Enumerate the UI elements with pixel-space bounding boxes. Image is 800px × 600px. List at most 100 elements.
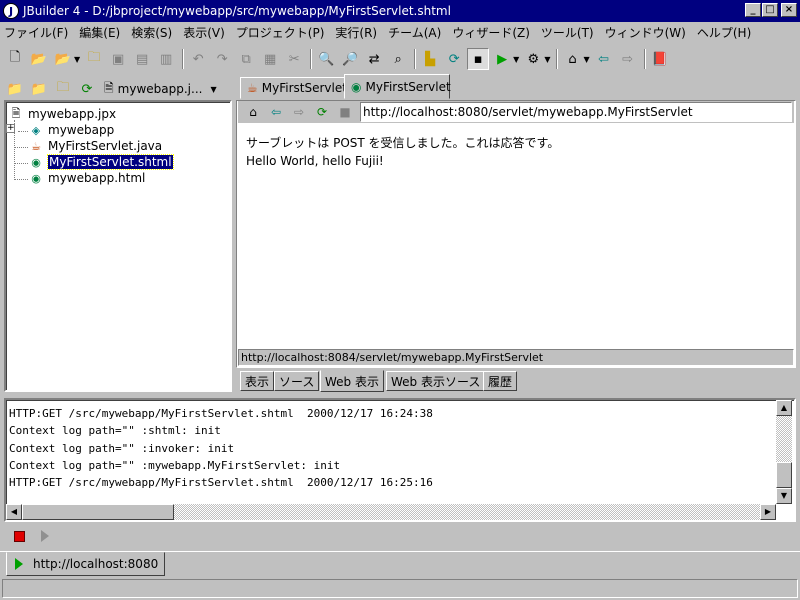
close-button[interactable]: × [781,3,797,17]
copy-icon[interactable]: ⧉ [235,48,257,70]
menu-tools[interactable]: ツール(T) [541,24,594,41]
project-icon: 🗎 [11,106,21,120]
redo-icon[interactable]: ↷ [211,48,233,70]
debug-dropdown-icon[interactable]: ▼ [544,55,550,64]
menu-search[interactable]: 検索(S) [131,24,172,41]
maximize-button[interactable]: □ [762,3,778,17]
view-tabs: 表示 ソース Web 表示 Web 表示ソース 履歴 [238,370,798,392]
rerun-icon[interactable] [41,530,49,542]
cut-icon[interactable]: ✂ [283,48,305,70]
java-file-icon: ☕ [31,139,41,153]
project-file-icon: 🗎 [104,80,114,95]
debug-icon[interactable]: ⚙ [522,48,544,70]
log-line: Context log path="" :mywebapp.MyFirstSer… [9,458,341,472]
log-line: HTTP:GET /src/mywebapp/MyFirstServlet.sh… [9,476,433,490]
tree-item-java-file[interactable]: ☕ MyFirstServlet.java [28,138,162,154]
open-file-icon[interactable]: 📂 [28,48,50,70]
log-line: Context log path="" :shtml: init [9,424,221,438]
log-horizontal-thumb[interactable] [22,504,174,520]
reopen-dropdown-icon[interactable]: ▼ [74,55,80,64]
response-message: サーブレットは POST を受信しました。これは応答です。 [246,136,560,150]
find-icon[interactable]: 🔍 [315,48,337,70]
home-icon[interactable]: ⌂ [242,101,264,123]
tree-item-html-file[interactable]: ◉ mywebapp.html [28,170,145,186]
stop-icon[interactable]: ■ [334,101,356,123]
window-title: JBuilder 4 - D:/jbproject/mywebapp/src/m… [23,4,451,18]
project-tree[interactable]: 🗎 mywebapp.jpx ◈ mywebapp ☕ MyFirstServl… [4,100,232,392]
browser-toolbar: ⌂ ⇦ ⇨ ⟳ ■ http://localhost:8080/servlet/… [238,101,794,123]
paste-icon[interactable]: ▦ [259,48,281,70]
forward-icon[interactable]: ⇨ [617,48,639,70]
stop-icon[interactable] [14,530,25,542]
tree-item-shtml-file[interactable]: ◉ MyFirstServlet.shtml [28,154,174,170]
html-file-icon: ◉ [31,171,41,185]
run-icon[interactable]: ▶ [491,48,513,70]
log-text: HTTP:GET /src/mywebapp/MyFirstServlet.sh… [9,405,433,491]
message-log[interactable]: HTTP:GET /src/mywebapp/MyFirstServlet.sh… [4,398,796,522]
new-file-icon[interactable]: 🗋 [4,48,26,70]
tree-item-project[interactable]: 🗎 mywebapp.jpx [8,106,117,122]
close-file-icon[interactable]: 🗀 [83,48,105,70]
project-combo-label: mywebapp.j... [117,82,203,96]
project-toolbar: 📁 📁 🗀 ⟳ 🗎 mywebapp.j... ▼ [4,78,234,100]
run-tab[interactable]: http://localhost:8080 [6,552,166,576]
tab-source[interactable]: ソース [274,371,320,391]
menu-help[interactable]: ヘルプ(H) [697,24,751,41]
chevron-down-icon[interactable]: ▼ [210,85,216,94]
run-toolbar [4,526,49,546]
minimize-button[interactable]: _ [745,3,761,17]
refresh-project-icon[interactable]: ⟳ [76,78,98,100]
home-dropdown-icon[interactable]: ▼ [583,55,589,64]
jbuilder-app-icon[interactable]: J [3,3,19,19]
menu-wizard[interactable]: ウィザード(Z) [452,24,530,41]
reopen-icon[interactable]: 📂 [52,48,74,70]
scroll-down-icon[interactable]: ▼ [776,488,792,504]
log-vertical-thumb[interactable] [776,462,792,488]
search-path-icon[interactable]: ⌕ [387,48,409,70]
editor-tabs: ☕ MyFirstServlet ◉ MyFirstServlet [236,74,800,100]
close-project-icon[interactable]: 🗀 [52,78,74,100]
scroll-up-icon[interactable]: ▲ [776,400,792,416]
undo-icon[interactable]: ↶ [187,48,209,70]
project-properties-icon[interactable]: ▪ [467,48,490,70]
replace-icon[interactable]: ⇄ [363,48,385,70]
save-all-icon[interactable]: ▤ [131,48,153,70]
tab-view[interactable]: 表示 [240,371,275,391]
menu-window[interactable]: ウィンドウ(W) [605,24,686,41]
tab-myfirstservlet-java[interactable]: ☕ MyFirstServlet [240,77,347,99]
back-icon[interactable]: ⇦ [265,101,287,123]
forward-icon[interactable]: ⇨ [288,101,310,123]
project-selector[interactable]: 🗎 mywebapp.j... ▼ [104,79,217,99]
scroll-right-icon[interactable]: ▶ [760,504,776,520]
tab-history[interactable]: 履歴 [483,371,518,391]
refresh-icon[interactable]: ⟳ [311,101,333,123]
tree-item-package[interactable]: ◈ mywebapp [28,122,114,138]
find-again-icon[interactable]: 🔎 [339,48,361,70]
menu-view[interactable]: 表示(V) [183,24,225,41]
save-icon[interactable]: ▣ [107,48,129,70]
menu-edit[interactable]: 編集(E) [79,24,120,41]
back-icon[interactable]: ⇦ [593,48,615,70]
print-icon[interactable]: ▥ [155,48,177,70]
menu-run[interactable]: 実行(R) [335,24,377,41]
add-to-project-icon[interactable]: 📁 [4,78,26,100]
menu-project[interactable]: プロジェクト(P) [236,24,325,41]
menu-file[interactable]: ファイル(F) [4,24,68,41]
tab-myfirstservlet-shtml[interactable]: ◉ MyFirstServlet [344,74,451,99]
remove-from-project-icon[interactable]: 📁 [28,78,50,100]
tab-web-view[interactable]: Web 表示 [320,370,384,392]
menu-team[interactable]: チーム(A) [388,24,441,41]
help-book-icon[interactable]: 📕 [649,48,671,70]
rebuild-icon[interactable]: ⟳ [443,48,465,70]
scroll-left-icon[interactable]: ◀ [6,504,22,520]
shtml-file-icon: ◉ [351,79,362,94]
shtml-file-icon: ◉ [31,155,41,169]
title-bar[interactable]: J JBuilder 4 - D:/jbproject/mywebapp/src… [0,0,800,22]
expand-icon[interactable]: + [6,124,15,133]
log-line: Context log path="" :invoker: init [9,441,235,455]
url-input[interactable]: http://localhost:8080/servlet/mywebapp.M… [360,102,792,122]
tab-web-view-source[interactable]: Web 表示ソース [386,371,486,391]
home-icon[interactable]: ⌂ [561,48,583,70]
run-dropdown-icon[interactable]: ▼ [513,55,519,64]
make-icon[interactable]: ▙ [419,48,441,70]
